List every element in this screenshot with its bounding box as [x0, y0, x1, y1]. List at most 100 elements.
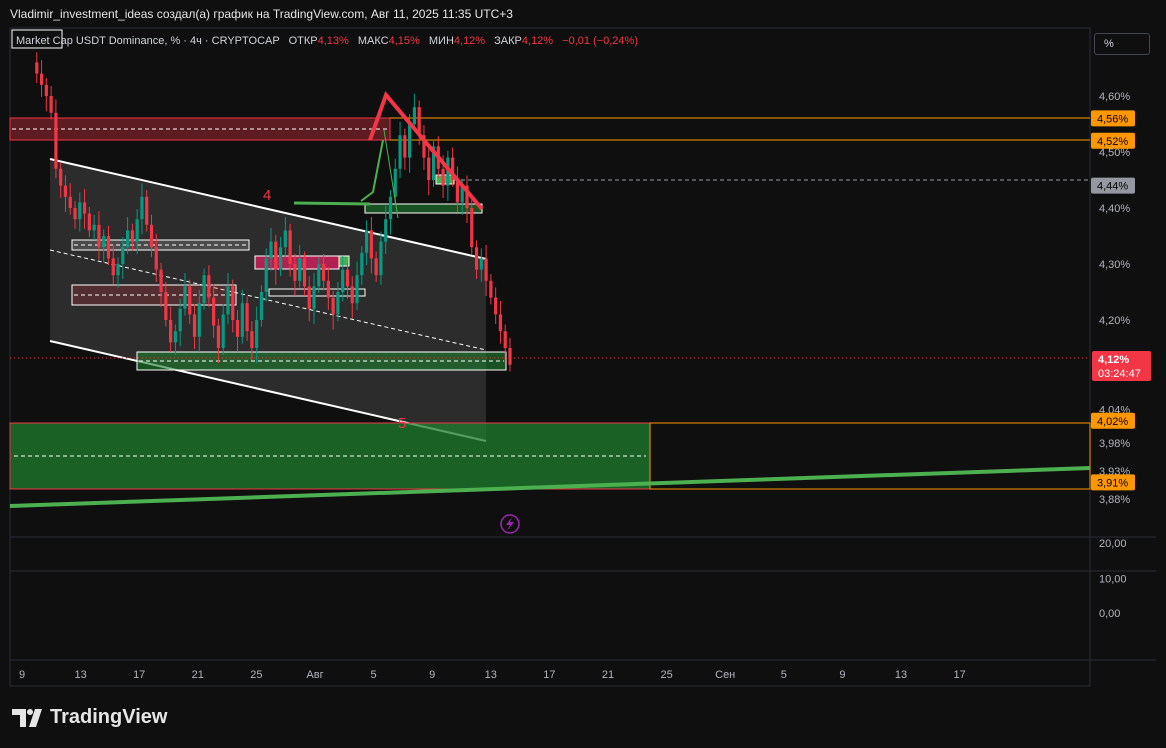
tradingview-logo-text: TradingView [50, 706, 168, 728]
candle-body [126, 230, 130, 248]
indicator-tick-label: 20,00 [1099, 538, 1127, 550]
candle-body [240, 303, 244, 337]
candle-body [235, 320, 240, 337]
price-tag: 4,02% [1091, 412, 1135, 429]
candle-body [73, 208, 77, 220]
candle-body [231, 286, 235, 320]
candle-body [82, 202, 87, 214]
price-tags: 4,56% 4,52% 4,44% 4,02% 3,91% [1091, 110, 1135, 491]
indicator-axis: 20,00 10,00 0,00 [1099, 538, 1127, 620]
time-tick-label: Авг [306, 669, 323, 681]
candle-body [274, 241, 278, 270]
time-tick-label: 21 [602, 669, 614, 681]
demand-zone-extension [649, 422, 1091, 490]
candle-body [484, 258, 488, 281]
candle-body [49, 96, 53, 113]
indicator-tick-label: 10,00 [1099, 574, 1127, 586]
candle-body [336, 292, 340, 315]
tradingview-logo-icon [12, 708, 42, 727]
candle-body [441, 168, 445, 186]
candle-body [145, 196, 149, 225]
candle-body [288, 230, 292, 264]
time-tick-label: 13 [895, 669, 907, 681]
candle-body [245, 303, 249, 332]
price-axis[interactable]: 4,60%4,50%4,40%4,30%4,20%4,04%3,98%3,93%… [1099, 91, 1130, 506]
candle-body [97, 224, 101, 248]
time-tick-label: 13 [485, 669, 497, 681]
resistance-triangle [368, 91, 484, 211]
candle-body [317, 264, 321, 287]
candle-body [350, 286, 354, 304]
wave-label-4: 4 [263, 187, 271, 204]
wave-label-5: 5 [398, 415, 406, 432]
candle-body [264, 258, 268, 292]
candle-body [403, 135, 407, 158]
candle-body [259, 292, 264, 320]
candle-body [508, 348, 512, 365]
price-chart[interactable]: 4 5 4,60%4,50%4,40%4,30%4,20%4,04%3,98%3… [0, 0, 1166, 748]
candle-body [102, 236, 106, 248]
candle-body [202, 275, 206, 304]
breakout-line [293, 201, 371, 206]
price-tag-label: 4,44% [1097, 181, 1128, 193]
candle-body [479, 258, 483, 270]
price-tick-label: 3,98% [1099, 438, 1130, 450]
time-tick-label: 13 [74, 669, 86, 681]
corner-box [11, 29, 63, 49]
candle-body [326, 280, 330, 298]
time-tick-label: Сен [715, 669, 735, 681]
candle-body [498, 314, 503, 332]
candle-body [44, 84, 48, 96]
time-tick-label: 17 [133, 669, 145, 681]
time-tick-label: 9 [429, 669, 435, 681]
candle-body [221, 314, 225, 348]
candle-body [192, 314, 197, 337]
candle-body [360, 252, 364, 276]
candle-body [135, 219, 139, 242]
last-price-tag: 4,12% 03:24:47 [1092, 351, 1151, 381]
price-tag: 4,44% [1091, 177, 1135, 194]
candle-body [302, 258, 307, 287]
candle-body [116, 264, 120, 276]
candle-body [106, 236, 111, 259]
time-tick-label: 25 [660, 669, 672, 681]
price-tag: 4,56% [1091, 110, 1135, 127]
time-tick-label: 17 [953, 669, 965, 681]
candle-body [427, 157, 431, 180]
candle-body [178, 308, 182, 332]
price-tag: 4,52% [1091, 132, 1135, 149]
candle-body [408, 124, 412, 158]
candle-body [474, 247, 479, 270]
candle-body [374, 258, 378, 276]
candle-body [35, 62, 39, 74]
candle-body [183, 286, 187, 309]
candle-body [149, 224, 154, 248]
time-axis[interactable]: 9 13 17 21 25 Авг 5 9 13 17 21 25 Сен 5 9 13 17 [19, 669, 966, 681]
time-tick-label: 5 [781, 669, 787, 681]
candle-body [68, 196, 72, 208]
candle-body [379, 241, 383, 276]
tradingview-footer: TradingView [12, 706, 167, 729]
candle-body [331, 297, 335, 315]
price-tag-label: 3,91% [1097, 477, 1128, 489]
candle-body [59, 168, 63, 186]
candle-body [298, 258, 302, 281]
candle-body [412, 107, 416, 124]
candle-body [345, 269, 350, 287]
candle-body [494, 297, 498, 315]
candle-body [173, 331, 177, 343]
candle-body [169, 320, 173, 343]
time-tick-label: 5 [371, 669, 377, 681]
candle-body [250, 331, 254, 348]
candle-body [87, 213, 91, 231]
candle-body [78, 202, 82, 220]
price-tag-label: 4,52% [1097, 136, 1128, 148]
price-tick-label: 4,20% [1099, 315, 1130, 327]
candle-body [489, 280, 493, 298]
candle-body [111, 258, 115, 276]
candle-body [365, 230, 369, 253]
lightning-icon[interactable] [500, 514, 520, 534]
candle-body [54, 112, 58, 169]
candle-body [307, 286, 311, 309]
candle-body [188, 286, 192, 315]
